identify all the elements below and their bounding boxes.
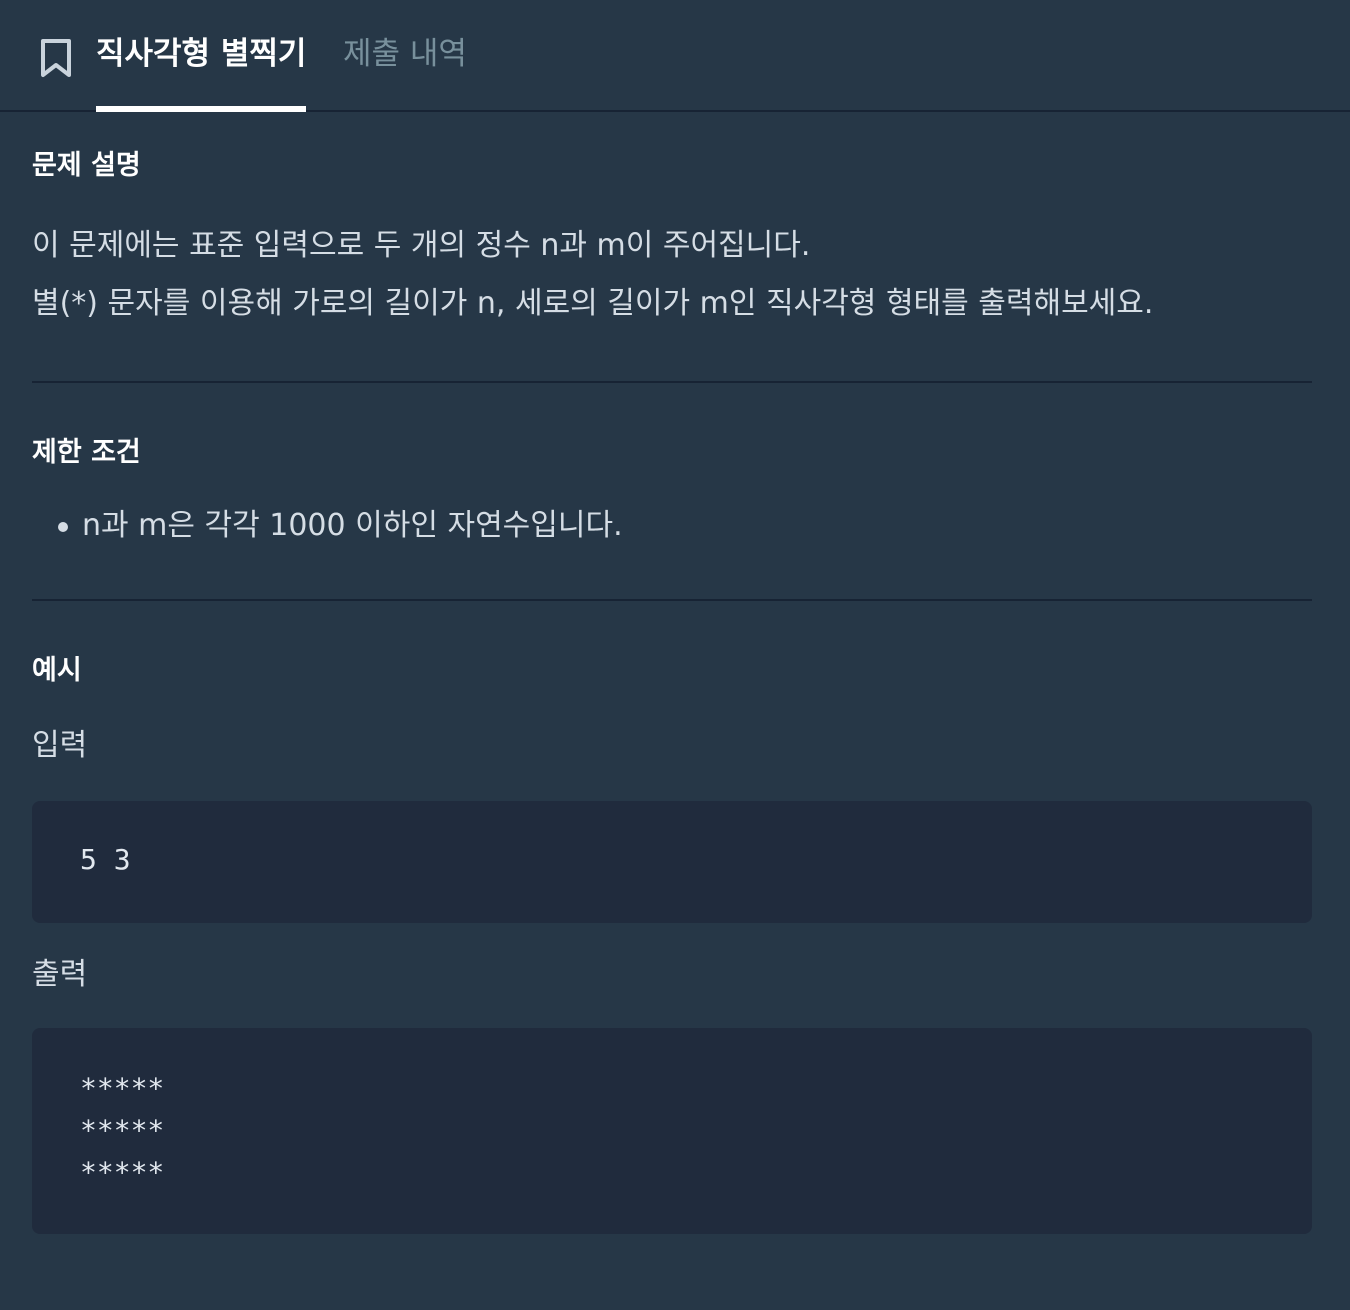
description-line-1: 이 문제에는 표준 입력으로 두 개의 정수 n과 m이 주어집니다.: [32, 228, 811, 263]
bullet-icon: [58, 522, 68, 532]
section-divider: [32, 381, 1312, 383]
output-label: 출력: [32, 957, 88, 992]
tab-problem-label: 직사각형 별찍기: [96, 36, 307, 72]
input-label: 입력: [32, 728, 88, 763]
constraint-item: n과 m은 각각 1000 이하인 자연수입니다.: [58, 506, 623, 546]
tab-submissions-label: 제출 내역: [343, 36, 467, 72]
tab-bar: 직사각형 별찍기 제출 내역: [0, 0, 1350, 112]
tab-submissions[interactable]: 제출 내역: [343, 30, 467, 78]
output-code-line: *****: [80, 1156, 165, 1189]
description-line-2: 별(*) 문자를 이용해 가로의 길이가 n, 세로의 길이가 m인 직사각형 …: [32, 286, 1154, 321]
active-tab-indicator: [96, 106, 307, 112]
constraint-text: n과 m은 각각 1000 이하인 자연수입니다.: [82, 508, 623, 543]
input-code-line: 5 3: [80, 843, 131, 876]
output-code-block[interactable]: ***** ***** *****: [32, 1028, 1312, 1234]
description-title: 문제 설명: [32, 150, 141, 181]
example-title: 예시: [32, 655, 82, 686]
bookmark-icon[interactable]: [38, 38, 74, 78]
section-divider: [32, 599, 1312, 601]
output-code-line: *****: [80, 1114, 165, 1147]
output-code-line: *****: [80, 1072, 165, 1105]
tab-problem[interactable]: 직사각형 별찍기: [96, 30, 307, 112]
constraints-title: 제한 조건: [32, 437, 141, 468]
input-code-block[interactable]: 5 3: [32, 801, 1312, 923]
